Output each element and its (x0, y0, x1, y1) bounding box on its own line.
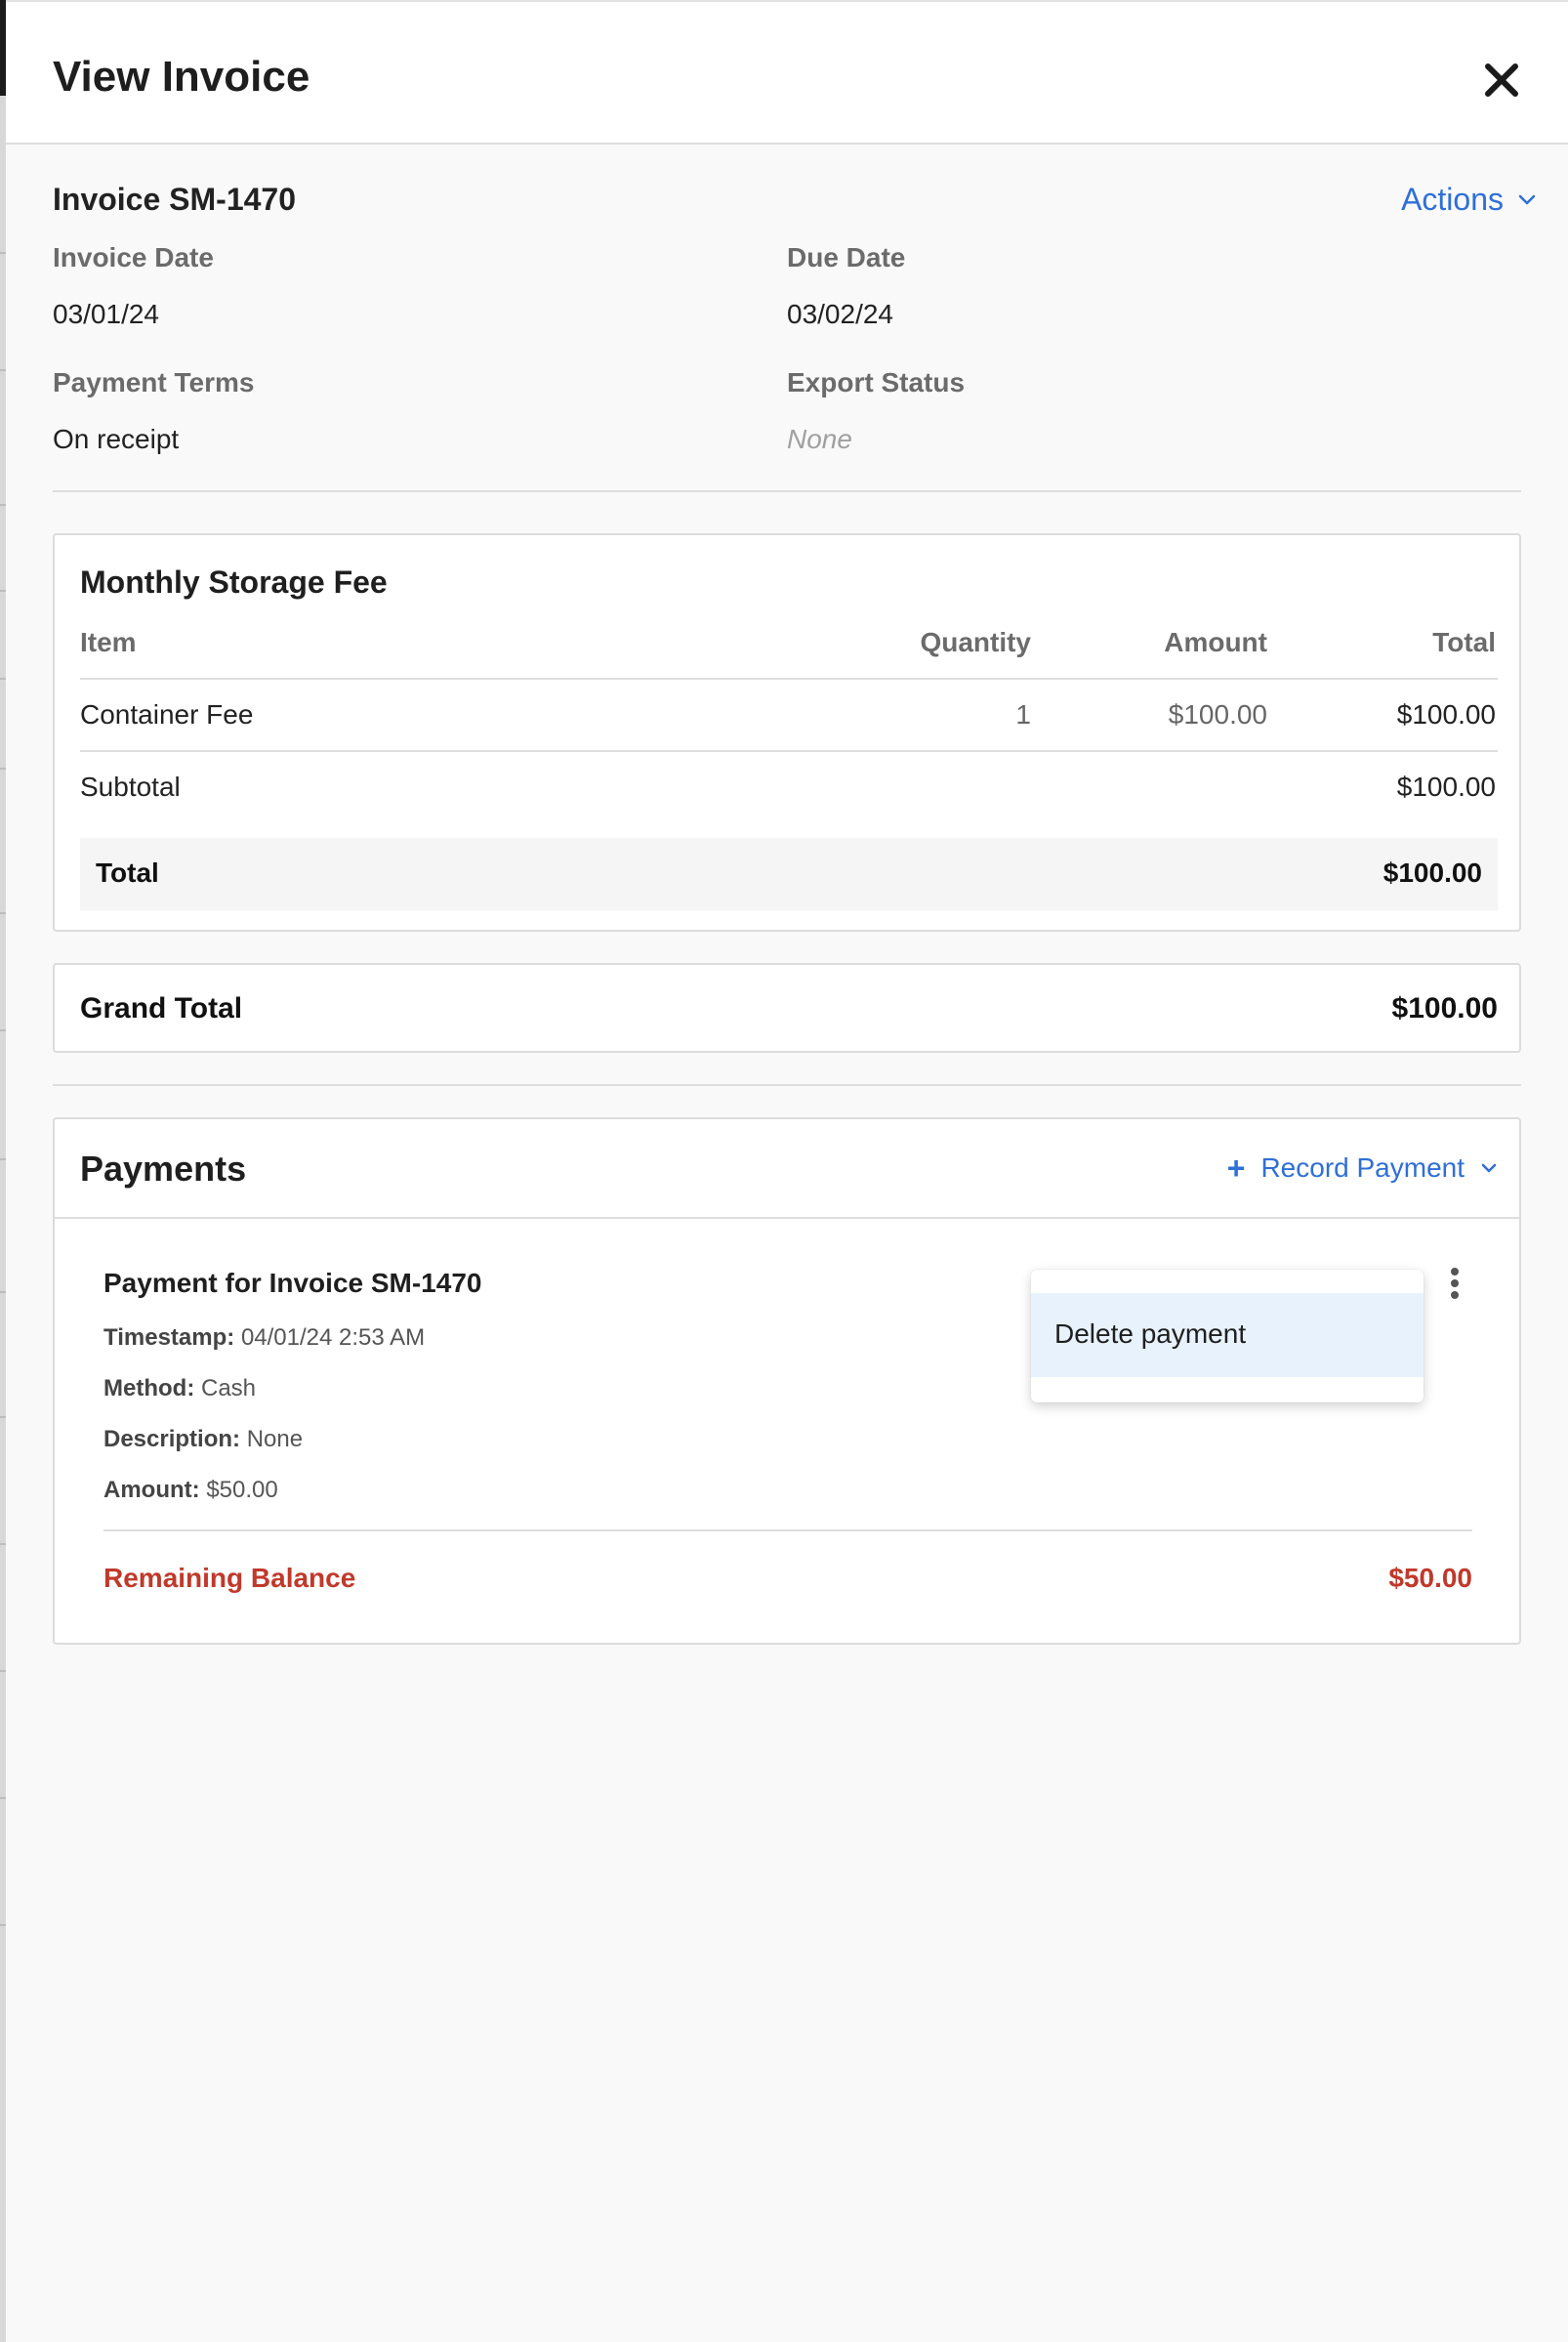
actions-dropdown[interactable]: Actions (1401, 182, 1537, 218)
method-value: Cash (200, 1375, 257, 1401)
timestamp-value: 04/01/24 2:53 AM (240, 1324, 426, 1351)
balance-divider (103, 1529, 1472, 1531)
plus-icon: + (1226, 1150, 1246, 1186)
item-name-cell: Container Fee (80, 699, 254, 730)
invoice-number: Invoice SM-1470 (53, 182, 296, 217)
table-divider (80, 678, 1498, 680)
close-icon (1485, 63, 1518, 97)
total-cell: $100.00 (1396, 699, 1496, 730)
chevron-down-icon (1481, 1163, 1497, 1173)
amount-cell: $100.00 (1168, 699, 1267, 730)
record-payment-button[interactable]: + Record Payment (1227, 1152, 1498, 1184)
payments-title: Payments (80, 1149, 247, 1189)
section-divider (53, 490, 1521, 492)
close-button[interactable] (1476, 55, 1527, 105)
payment-title: Payment for Invoice SM-1470 (103, 1268, 482, 1298)
actions-label: Actions (1401, 182, 1504, 217)
kebab-dot (1451, 1268, 1459, 1276)
timestamp-label: Timestamp: (103, 1324, 235, 1351)
remaining-balance-label: Remaining Balance (103, 1563, 356, 1593)
method-label: Method: (103, 1375, 195, 1401)
payment-timestamp: Timestamp: 04/01/24 2:53 AM (103, 1324, 425, 1352)
amount-label: Amount: (103, 1477, 200, 1503)
delete-payment-menu-item[interactable]: Delete payment (1031, 1293, 1424, 1377)
description-label: Description: (103, 1426, 241, 1452)
column-header-amount: Amount (1164, 627, 1267, 657)
remaining-balance-value: $50.00 (1388, 1563, 1472, 1593)
total-row: Total $100.00 (80, 838, 1498, 910)
payment-terms-label: Payment Terms (53, 367, 255, 397)
more-vertical-icon[interactable] (1441, 1268, 1468, 1307)
kebab-dot (1451, 1291, 1459, 1299)
export-status-label: Export Status (787, 367, 966, 397)
subtotal-label: Subtotal (80, 772, 181, 802)
payment-method: Method: Cash (103, 1375, 256, 1402)
invoice-drawer: View Invoice Invoice SM-1470 Actions Inv… (6, 0, 1568, 2342)
column-header-quantity: Quantity (920, 627, 1031, 657)
column-header-item: Item (80, 627, 137, 657)
amount-value: $50.00 (206, 1477, 278, 1503)
grand-total-card: Grand Total $100.00 (53, 963, 1521, 1053)
invoice-date-value: 03/01/24 (53, 299, 159, 329)
payment-terms-value: On receipt (53, 424, 180, 454)
kebab-dot (1451, 1279, 1459, 1287)
export-status-value: None (787, 424, 852, 454)
total-label: Total (96, 857, 159, 888)
table-divider (80, 750, 1498, 752)
quantity-cell: 1 (1015, 699, 1031, 730)
line-items-card: Monthly Storage Fee Item Quantity Amount… (53, 533, 1521, 932)
record-payment-label: Record Payment (1260, 1152, 1465, 1183)
column-header-total: Total (1432, 627, 1496, 657)
section-divider (53, 1084, 1521, 1086)
page-title: View Invoice (53, 53, 310, 101)
payment-amount: Amount: $50.00 (103, 1477, 278, 1504)
payment-description: Description: None (103, 1426, 303, 1453)
due-date-label: Due Date (787, 242, 906, 272)
drawer-header: View Invoice (6, 2, 1568, 145)
grand-total-value: $100.00 (1391, 992, 1498, 1025)
line-items-title: Monthly Storage Fee (80, 565, 388, 600)
invoice-date-label: Invoice Date (53, 242, 214, 272)
description-value: None (246, 1426, 304, 1452)
subtotal-value: $100.00 (1396, 772, 1496, 802)
payment-actions-menu: Delete payment (1031, 1270, 1424, 1402)
total-value: $100.00 (1382, 857, 1482, 888)
payments-header: Payments + Record Payment (55, 1119, 1519, 1219)
chevron-down-icon (1518, 194, 1536, 204)
grand-total-label: Grand Total (80, 992, 243, 1025)
due-date-value: 03/02/24 (787, 299, 893, 329)
